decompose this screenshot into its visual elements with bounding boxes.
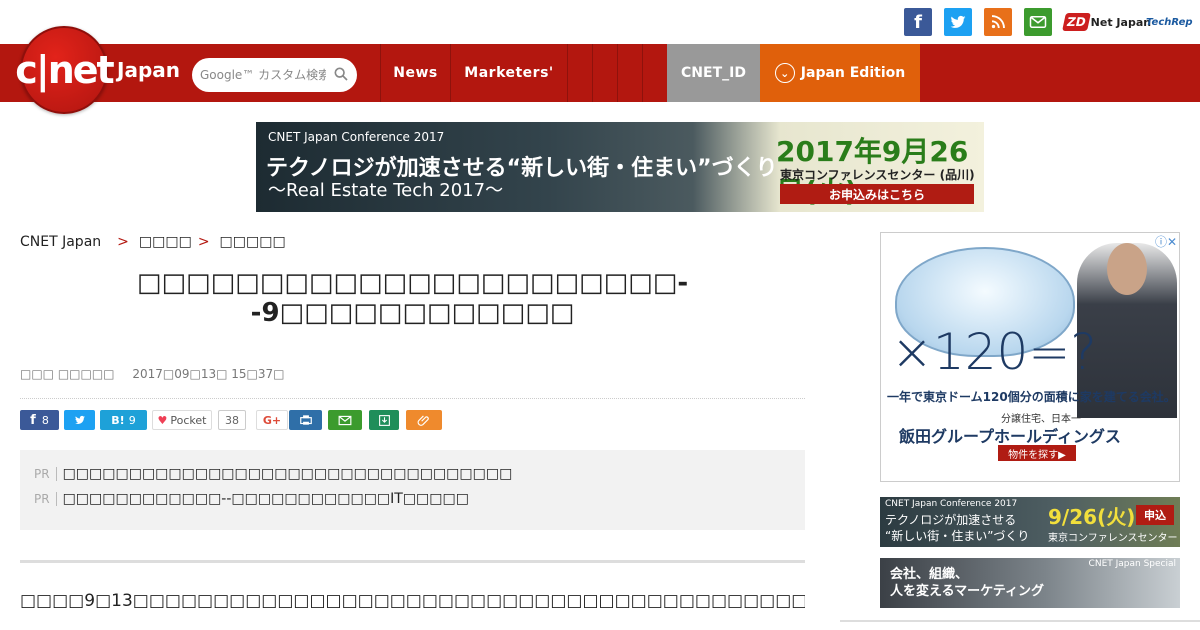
twitter-icon[interactable]: [944, 8, 972, 36]
breadcrumb-separator: >: [197, 234, 210, 250]
ad3-text2: 人を変えるマーケティング: [890, 584, 1045, 599]
twitter-icon: [74, 415, 85, 424]
breadcrumb-level1[interactable]: □□□□: [139, 234, 192, 250]
pocket-button[interactable]: ♥ Pocket: [152, 410, 212, 430]
ad2-small: CNET Japan Conference 2017: [885, 499, 1018, 509]
ad2-date: 9/26(火): [1048, 505, 1136, 529]
hatena-icon: B!: [111, 413, 125, 427]
facebook-share-button[interactable]: f 8: [20, 410, 59, 430]
divider: [20, 560, 805, 563]
ad-line3: 飯田グループホールディングス: [899, 427, 1121, 446]
mail-icon: [338, 415, 352, 425]
nav-empty-1[interactable]: [567, 44, 592, 102]
breadcrumb: CNET Japan > □□□□ > □□□□□: [20, 234, 286, 250]
nav-empty-2[interactable]: [592, 44, 617, 102]
chevron-down-icon: ⌄: [774, 63, 795, 83]
zdnet-logo-icon: ZD: [1062, 13, 1091, 31]
ad2-text2: “新しい街・住まい”づくり: [885, 529, 1030, 543]
facebook-icon[interactable]: f: [904, 8, 932, 36]
download-icon: [378, 414, 390, 426]
breadcrumb-home[interactable]: CNET Japan: [20, 234, 101, 250]
sidebar-ad-conference[interactable]: CNET Japan Conference 2017 テクノロジが加速させる “…: [880, 497, 1180, 547]
pocket-icon: ♥: [157, 413, 168, 427]
search-box: [192, 58, 357, 92]
nav-empty-4[interactable]: [642, 44, 667, 102]
article-author[interactable]: □□□ □□□□□: [20, 367, 115, 381]
nav-empty-3[interactable]: [617, 44, 642, 102]
google-plus-button[interactable]: G+: [256, 410, 288, 430]
ad-close-icon[interactable]: ⓘ✕: [1155, 233, 1177, 250]
ad3-tag: CNET Japan Special: [1088, 559, 1176, 569]
zdnet-text: Net Japan: [1090, 15, 1152, 29]
ad2-text: テクノロジが加速させる “新しい街・住まい”づくり: [885, 512, 1029, 544]
breadcrumb-level2[interactable]: □□□□□: [220, 234, 286, 250]
nav-cnet-id[interactable]: CNET_ID: [667, 44, 760, 102]
social-bar: f ZD Net Japan TechRep: [0, 0, 1200, 44]
banner-venue: 東京コンファレンスセンター (品川): [780, 168, 975, 182]
mail-icon[interactable]: [1024, 8, 1052, 36]
sidebar-ad-special[interactable]: 会社、組織、 人を変えるマーケティング CNET Japan Special: [880, 558, 1180, 608]
conference-banner[interactable]: CNET Japan Conference 2017 テクノロジが加速させる“新…: [256, 122, 984, 212]
search-icon[interactable]: [333, 66, 349, 82]
pocket-count: 38: [218, 410, 246, 430]
hatena-count: 9: [128, 413, 136, 427]
banner-apply-button[interactable]: お申込みはこちら: [780, 184, 974, 204]
banner-small: CNET Japan Conference 2017: [268, 130, 445, 144]
divider: [840, 620, 1200, 622]
ad-line1: 一年で東京ドーム120個分の面積に家を建てる会社。: [887, 390, 1176, 404]
pr-box: PR □□□□□□□□□□□□□□□□□□□□□□□□□□□□□□□□□□ PR…: [20, 450, 805, 530]
ad3-text1: 会社、組織、: [890, 567, 969, 582]
pr-label: PR: [34, 492, 57, 506]
ad-number: ×120=?: [891, 323, 1097, 381]
sidebar-ad-iida[interactable]: ×120=? 一年で東京ドーム120個分の面積に家を建てる会社。 分譲住宅、日本…: [880, 232, 1180, 482]
pr-item[interactable]: PR □□□□□□□□□□□□--□□□□□□□□□□□□IT□□□□□: [34, 491, 469, 507]
nav-marketers[interactable]: Marketers': [450, 44, 567, 102]
ad2-apply-button[interactable]: 申込: [1136, 505, 1174, 525]
breadcrumb-separator: >: [117, 234, 129, 250]
article-body: □□□□9□13□□□□□□□□□□□□□□□□□□□□□□□□□□□□□□□□…: [20, 591, 805, 611]
pr-item-text[interactable]: □□□□□□□□□□□□--□□□□□□□□□□□□IT□□□□□: [63, 491, 469, 507]
edition-label: Japan Edition: [800, 65, 906, 81]
nav-news[interactable]: News: [380, 44, 450, 102]
facebook-share-count: 8: [41, 413, 49, 427]
article-meta: □□□ □□□□□ 2017□09□13□ 15□37□: [20, 367, 284, 381]
ad3-text: 会社、組織、 人を変えるマーケティング: [890, 566, 1044, 600]
article-title: □□□□□□□□□□□□□□□□□□□□□□--9□□□□□□□□□□□□: [136, 268, 689, 328]
ad-search-button[interactable]: 物件を探す▶: [998, 445, 1076, 461]
zdnet-link[interactable]: ZD Net Japan: [1062, 10, 1152, 34]
facebook-icon: f: [30, 412, 36, 428]
pr-item[interactable]: PR □□□□□□□□□□□□□□□□□□□□□□□□□□□□□□□□□□: [34, 466, 512, 482]
nav-japan-edition[interactable]: ⌄ Japan Edition: [760, 44, 920, 102]
divider: [20, 398, 805, 399]
mail-share-button[interactable]: [328, 410, 362, 430]
pr-label: PR: [34, 467, 57, 481]
save-button[interactable]: [369, 410, 399, 430]
search-input[interactable]: [198, 67, 328, 83]
hatena-bookmark-button[interactable]: B! 9: [100, 410, 147, 430]
rss-icon[interactable]: [984, 8, 1012, 36]
pr-item-text[interactable]: □□□□□□□□□□□□□□□□□□□□□□□□□□□□□□□□□□: [63, 466, 513, 482]
print-icon: [299, 415, 312, 425]
pocket-label: Pocket: [170, 413, 207, 427]
logo-japan-text[interactable]: Japan: [117, 58, 180, 82]
cnet-logo[interactable]: c|net: [15, 26, 115, 114]
clip-button[interactable]: [406, 410, 442, 430]
paperclip-icon: [417, 415, 429, 426]
print-button[interactable]: [289, 410, 322, 430]
ad2-text1: テクノロジが加速させる: [885, 513, 1017, 527]
ad2-venue: 東京コンファレンスセンター: [1048, 533, 1178, 544]
article-date: 2017□09□13□ 15□37□: [132, 367, 285, 381]
techrepublic-link[interactable]: TechRep: [1146, 10, 1193, 34]
banner-sub: 〜Real Estate Tech 2017〜: [268, 180, 504, 201]
twitter-share-button[interactable]: [64, 410, 95, 430]
